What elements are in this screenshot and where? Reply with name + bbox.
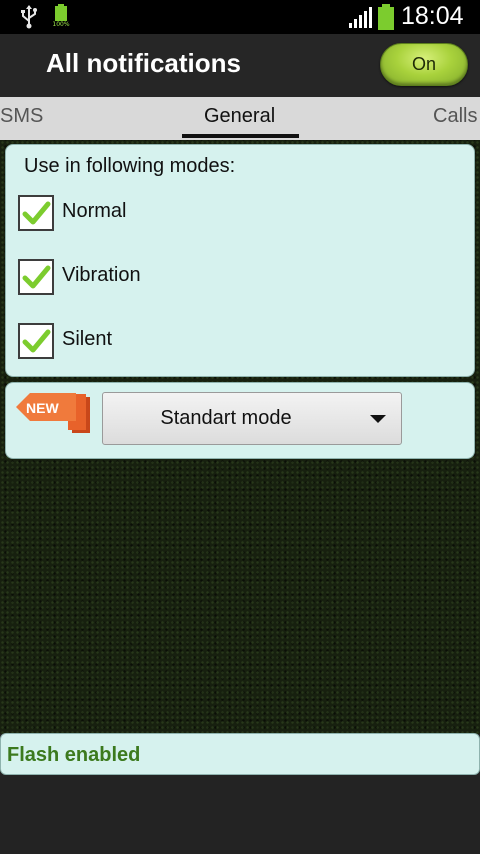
status-bar: 100% 18:04 bbox=[0, 0, 480, 34]
tab-calls[interactable]: Calls bbox=[433, 105, 477, 128]
silent-label: Silent bbox=[62, 328, 113, 350]
app-header: All notifications On bbox=[0, 34, 480, 97]
screen: 100% 18:04 All notifications On SMS Gene… bbox=[0, 0, 480, 854]
tab-indicator bbox=[182, 134, 299, 138]
silent-checkbox[interactable] bbox=[18, 323, 54, 359]
checkmark-icon bbox=[22, 265, 51, 289]
notifications-toggle-button[interactable]: On bbox=[380, 43, 468, 86]
modes-title: Use in following modes: bbox=[24, 155, 236, 177]
vibration-label: Vibration bbox=[62, 264, 141, 286]
new-badge-label: NEW bbox=[26, 400, 59, 416]
vibration-checkbox[interactable] bbox=[18, 259, 54, 295]
tab-bar: SMS General Calls bbox=[0, 97, 480, 140]
tab-sms[interactable]: SMS bbox=[0, 105, 43, 128]
checkmark-icon bbox=[22, 329, 51, 353]
mode-selector-panel: NEW Standart mode bbox=[5, 382, 475, 459]
mode-item-normal[interactable]: Normal bbox=[18, 195, 318, 231]
usb-icon bbox=[21, 5, 37, 29]
tab-general[interactable]: General bbox=[204, 105, 275, 128]
new-badge: NEW bbox=[16, 391, 94, 437]
page-title: All notifications bbox=[46, 48, 241, 78]
mode-dropdown-value: Standart mode bbox=[160, 407, 292, 429]
flash-status-text: Flash enabled bbox=[7, 744, 141, 766]
chevron-down-icon bbox=[370, 415, 386, 423]
signal-icon bbox=[349, 7, 372, 28]
battery-percent-label: 100% bbox=[52, 21, 70, 28]
mode-dropdown[interactable]: Standart mode bbox=[102, 392, 402, 445]
battery-charging-icon: 100% bbox=[50, 4, 72, 30]
battery-icon bbox=[378, 4, 394, 30]
mode-item-silent[interactable]: Silent bbox=[18, 323, 318, 359]
status-time: 18:04 bbox=[401, 2, 464, 30]
modes-panel: Use in following modes: Normal Vibration bbox=[5, 144, 475, 377]
flash-status-bar: Flash enabled bbox=[0, 733, 480, 775]
normal-label: Normal bbox=[62, 200, 127, 222]
mode-item-vibration[interactable]: Vibration bbox=[18, 259, 318, 295]
normal-checkbox[interactable] bbox=[18, 195, 54, 231]
checkmark-icon bbox=[22, 201, 51, 225]
